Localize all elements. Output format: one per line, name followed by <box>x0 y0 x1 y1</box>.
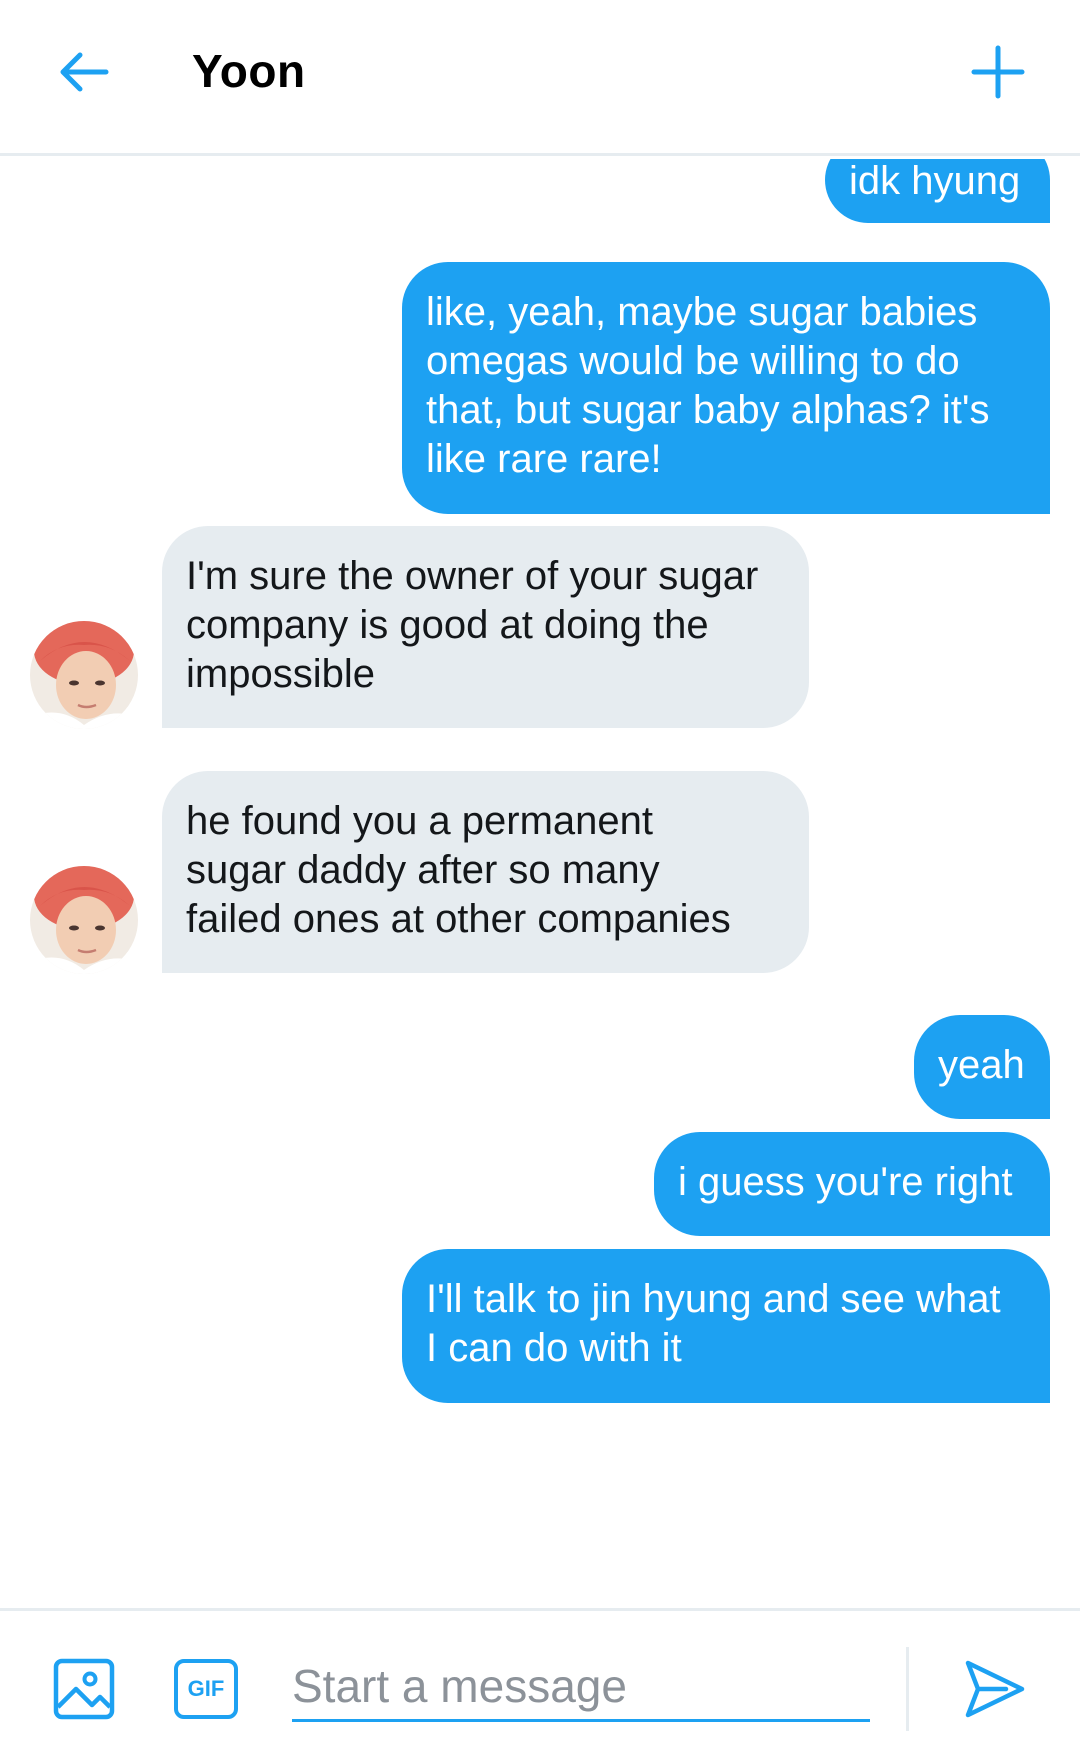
outgoing-message-bubble[interactable]: yeah <box>914 1015 1050 1119</box>
arrow-left-icon <box>60 52 109 92</box>
contact-avatar-photo <box>30 621 138 729</box>
outgoing-message-bubble[interactable]: I'll talk to jin hyung and see what I ca… <box>402 1249 1050 1403</box>
send-button[interactable] <box>962 1657 1026 1721</box>
conversation-header: Yoon <box>0 0 1080 156</box>
avatar[interactable] <box>30 866 138 974</box>
composer-divider <box>906 1647 909 1731</box>
incoming-message-bubble[interactable]: he found you a permanent sugar daddy aft… <box>162 771 809 973</box>
message-input[interactable] <box>292 1653 870 1722</box>
incoming-message-bubble[interactable]: I'm sure the owner of your sugar company… <box>162 526 809 728</box>
add-image-button[interactable] <box>52 1657 116 1721</box>
back-button[interactable] <box>52 40 116 104</box>
conversation-title: Yoon <box>192 45 306 97</box>
plus-icon <box>971 45 1025 99</box>
gif-button[interactable]: GIF <box>174 1659 238 1719</box>
message-list[interactable]: idk hyung like, yeah, maybe sugar babies… <box>0 159 1080 1608</box>
contact-avatar-photo <box>30 866 138 974</box>
message-composer: GIF <box>0 1608 1080 1749</box>
outgoing-message-bubble[interactable]: like, yeah, maybe sugar babies omegas wo… <box>402 262 1050 514</box>
add-button[interactable] <box>966 40 1030 104</box>
outgoing-message-bubble[interactable]: i guess you're right <box>654 1132 1050 1236</box>
image-icon <box>53 1658 115 1720</box>
avatar[interactable] <box>30 621 138 729</box>
outgoing-message-bubble[interactable]: idk hyung <box>825 159 1050 223</box>
send-icon <box>965 1660 1025 1718</box>
